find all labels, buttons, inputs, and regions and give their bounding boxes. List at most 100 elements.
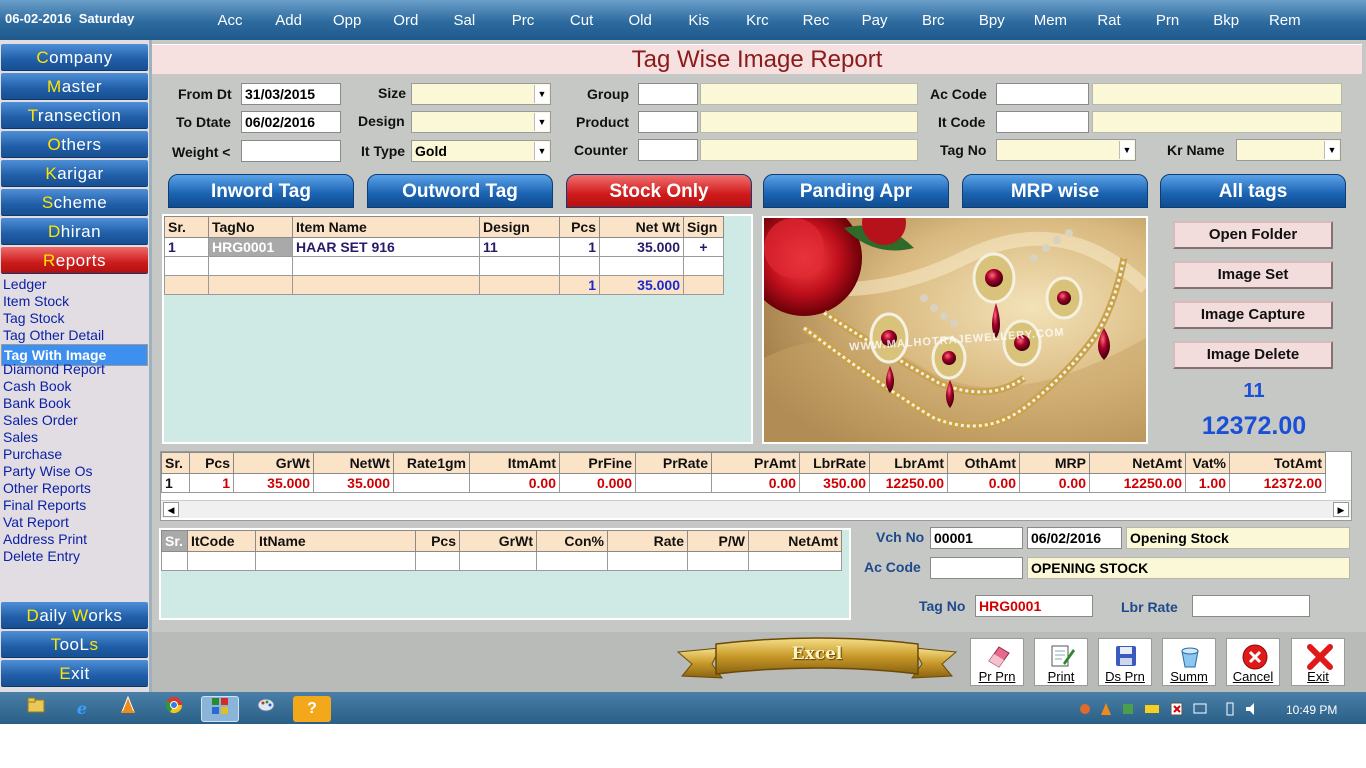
column-header[interactable]: P/W <box>687 530 749 552</box>
pr-prn-button[interactable]: Pr Prn <box>970 638 1024 686</box>
tag-no-voucher-input[interactable]: HRG0001 <box>975 595 1093 617</box>
scroll-left-icon[interactable]: ◀ <box>163 502 179 517</box>
report-item-bank-book[interactable]: Bank Book <box>3 395 71 412</box>
table-row[interactable]: 1 1 35.000 35.000 0.00 0.000 0.00 350.00 12250.0… <box>161 473 1326 493</box>
from-dt-input[interactable]: 31/03/2015 <box>241 83 341 105</box>
kr-name-select[interactable]: ▼ <box>1236 139 1341 161</box>
open-folder-button[interactable]: Open Folder <box>1173 221 1333 249</box>
sidebar-btn-daily-works[interactable]: Daily Works <box>1 602 148 629</box>
report-item-ledger[interactable]: Ledger <box>3 276 47 293</box>
chrome-icon[interactable] <box>155 696 193 722</box>
image-set-button[interactable]: Image Set <box>1173 261 1333 289</box>
column-header[interactable]: ItCode <box>187 530 256 552</box>
report-item-diamond-report[interactable]: Diamond Report <box>3 361 105 378</box>
chevron-down-icon[interactable]: ▼ <box>1119 141 1134 159</box>
report-item-sales[interactable]: Sales <box>3 429 38 446</box>
top-menu-bpy[interactable]: Bpy <box>967 12 1017 29</box>
top-menu-old[interactable]: Old <box>615 12 665 29</box>
sidebar-btn-karigar[interactable]: Karigar <box>1 160 148 187</box>
column-header[interactable]: ItmAmt <box>469 452 560 474</box>
column-header[interactable]: Design <box>479 216 560 238</box>
column-header[interactable]: Item Name <box>292 216 480 238</box>
sidebar-btn-others[interactable]: Others <box>1 131 148 158</box>
sidebar-btn-dhiran[interactable]: Dhiran <box>1 218 148 245</box>
report-item-vat-report[interactable]: Vat Report <box>3 514 69 531</box>
report-item-party-wise-os[interactable]: Party Wise Os <box>3 463 92 480</box>
to-dt-input[interactable]: 06/02/2016 <box>241 111 341 133</box>
column-header[interactable]: Net Wt <box>599 216 684 238</box>
chevron-down-icon[interactable]: ▼ <box>534 113 549 131</box>
column-header[interactable]: Pcs <box>559 216 600 238</box>
ac-code-input[interactable] <box>996 83 1089 105</box>
tab-mrp-wise[interactable]: MRP wise <box>962 174 1148 208</box>
internet-explorer-icon[interactable]: e <box>63 696 101 722</box>
image-delete-button[interactable]: Image Delete <box>1173 341 1333 369</box>
tab-outword-tag[interactable]: Outword Tag <box>367 174 553 208</box>
sidebar-btn-master[interactable]: Master <box>1 73 148 100</box>
report-item-tag-other-detail[interactable]: Tag Other Detail <box>3 327 104 344</box>
help-icon[interactable]: ? <box>293 696 331 722</box>
table-row[interactable]: 1 HRG0001 HAAR SET 916 11 1 35.000 + <box>164 237 724 257</box>
column-header[interactable]: Vat% <box>1185 452 1230 474</box>
column-header[interactable]: LbrAmt <box>869 452 948 474</box>
report-item-tag-stock[interactable]: Tag Stock <box>3 310 64 327</box>
it-type-select[interactable]: Gold ▼ <box>411 140 551 162</box>
image-capture-button[interactable]: Image Capture <box>1173 301 1333 329</box>
lbr-rate-input[interactable] <box>1192 595 1310 617</box>
column-header[interactable]: NetAmt <box>748 530 842 552</box>
top-menu-prc[interactable]: Prc <box>498 12 548 29</box>
it-name-input[interactable] <box>1092 111 1342 133</box>
vch-type-input[interactable]: Opening Stock <box>1126 527 1350 549</box>
sidebar-btn-transection[interactable]: Transection <box>1 102 148 129</box>
paint-icon[interactable] <box>247 696 285 722</box>
column-header[interactable]: ItName <box>255 530 416 552</box>
exit-button[interactable]: Exit <box>1291 638 1345 686</box>
column-header[interactable]: LbrRate <box>799 452 870 474</box>
report-item-sales-order[interactable]: Sales Order <box>3 412 78 429</box>
tab-all-tags[interactable]: All tags <box>1160 174 1346 208</box>
group-name-input[interactable] <box>700 83 918 105</box>
file-explorer-icon[interactable] <box>17 696 55 722</box>
column-header[interactable]: Sr. <box>164 216 209 238</box>
report-item-address-print[interactable]: Address Print <box>3 531 87 548</box>
column-header[interactable]: TotAmt <box>1229 452 1326 474</box>
size-select[interactable]: ▼ <box>411 83 551 105</box>
summ-button[interactable]: Summ <box>1162 638 1216 686</box>
column-header[interactable]: PrFine <box>559 452 636 474</box>
cancel-button[interactable]: Cancel <box>1226 638 1280 686</box>
top-menu-rem[interactable]: Rem <box>1260 12 1310 29</box>
top-menu-prn[interactable]: Prn <box>1143 12 1193 29</box>
counter-name-input[interactable] <box>700 139 918 161</box>
ac-name-voucher-input[interactable]: OPENING STOCK <box>1027 557 1350 579</box>
top-menu-sal[interactable]: Sal <box>439 12 489 29</box>
print-button[interactable]: Print <box>1034 638 1088 686</box>
top-menu-opp[interactable]: Opp <box>322 12 372 29</box>
chevron-down-icon[interactable]: ▼ <box>534 85 549 103</box>
report-item-final-reports[interactable]: Final Reports <box>3 497 86 514</box>
column-header[interactable]: Sr. <box>161 452 190 474</box>
tab-panding-apr[interactable]: Panding Apr <box>763 174 949 208</box>
horizontal-scrollbar[interactable]: ◀ ▶ <box>161 500 1351 518</box>
column-header[interactable]: Pcs <box>189 452 234 474</box>
ac-code-voucher-input[interactable] <box>930 557 1023 579</box>
group-code-input[interactable] <box>638 83 698 105</box>
chevron-down-icon[interactable]: ▼ <box>1324 141 1339 159</box>
design-select[interactable]: ▼ <box>411 111 551 133</box>
top-menu-rec[interactable]: Rec <box>791 12 841 29</box>
table-row[interactable] <box>161 551 842 571</box>
column-header[interactable]: Rate1gm <box>393 452 470 474</box>
vch-no-input[interactable]: 00001 <box>930 527 1023 549</box>
ac-name-input[interactable] <box>1092 83 1342 105</box>
top-menu-pay[interactable]: Pay <box>850 12 900 29</box>
report-item-cash-book[interactable]: Cash Book <box>3 378 71 395</box>
top-menu-ord[interactable]: Ord <box>381 12 431 29</box>
sidebar-btn-scheme[interactable]: Scheme <box>1 189 148 216</box>
vlc-icon[interactable] <box>109 695 147 722</box>
top-menu-mem[interactable]: Mem <box>1025 12 1075 29</box>
table-row[interactable] <box>164 256 724 276</box>
sidebar-btn-company[interactable]: Company <box>1 44 148 71</box>
column-header[interactable]: Sr. <box>161 530 188 552</box>
column-header[interactable]: Con% <box>536 530 608 552</box>
top-menu-bkp[interactable]: Bkp <box>1201 12 1251 29</box>
report-item-other-reports[interactable]: Other Reports <box>3 480 91 497</box>
